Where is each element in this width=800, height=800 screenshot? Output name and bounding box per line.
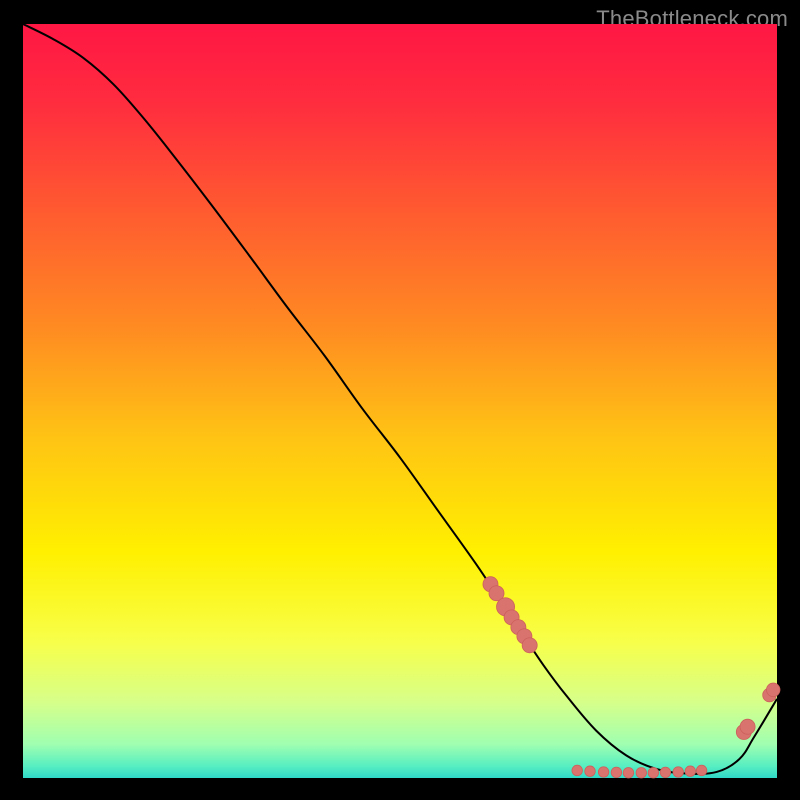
chart-svg [23,24,777,778]
data-marker [636,767,647,778]
data-marker [572,765,583,776]
data-marker [660,767,671,778]
plot-area [23,24,777,778]
data-marker [766,683,780,697]
data-marker [623,767,634,778]
data-marker [585,766,596,777]
data-marker [522,638,537,653]
data-marker [685,766,696,777]
marker-group [483,577,780,778]
data-marker [673,767,684,778]
data-marker [611,767,622,778]
data-marker [598,767,609,778]
chart-container: TheBottleneck.com [0,0,800,800]
data-marker [740,719,755,734]
data-marker [648,767,659,778]
data-marker [696,765,707,776]
curve-line [23,24,777,774]
